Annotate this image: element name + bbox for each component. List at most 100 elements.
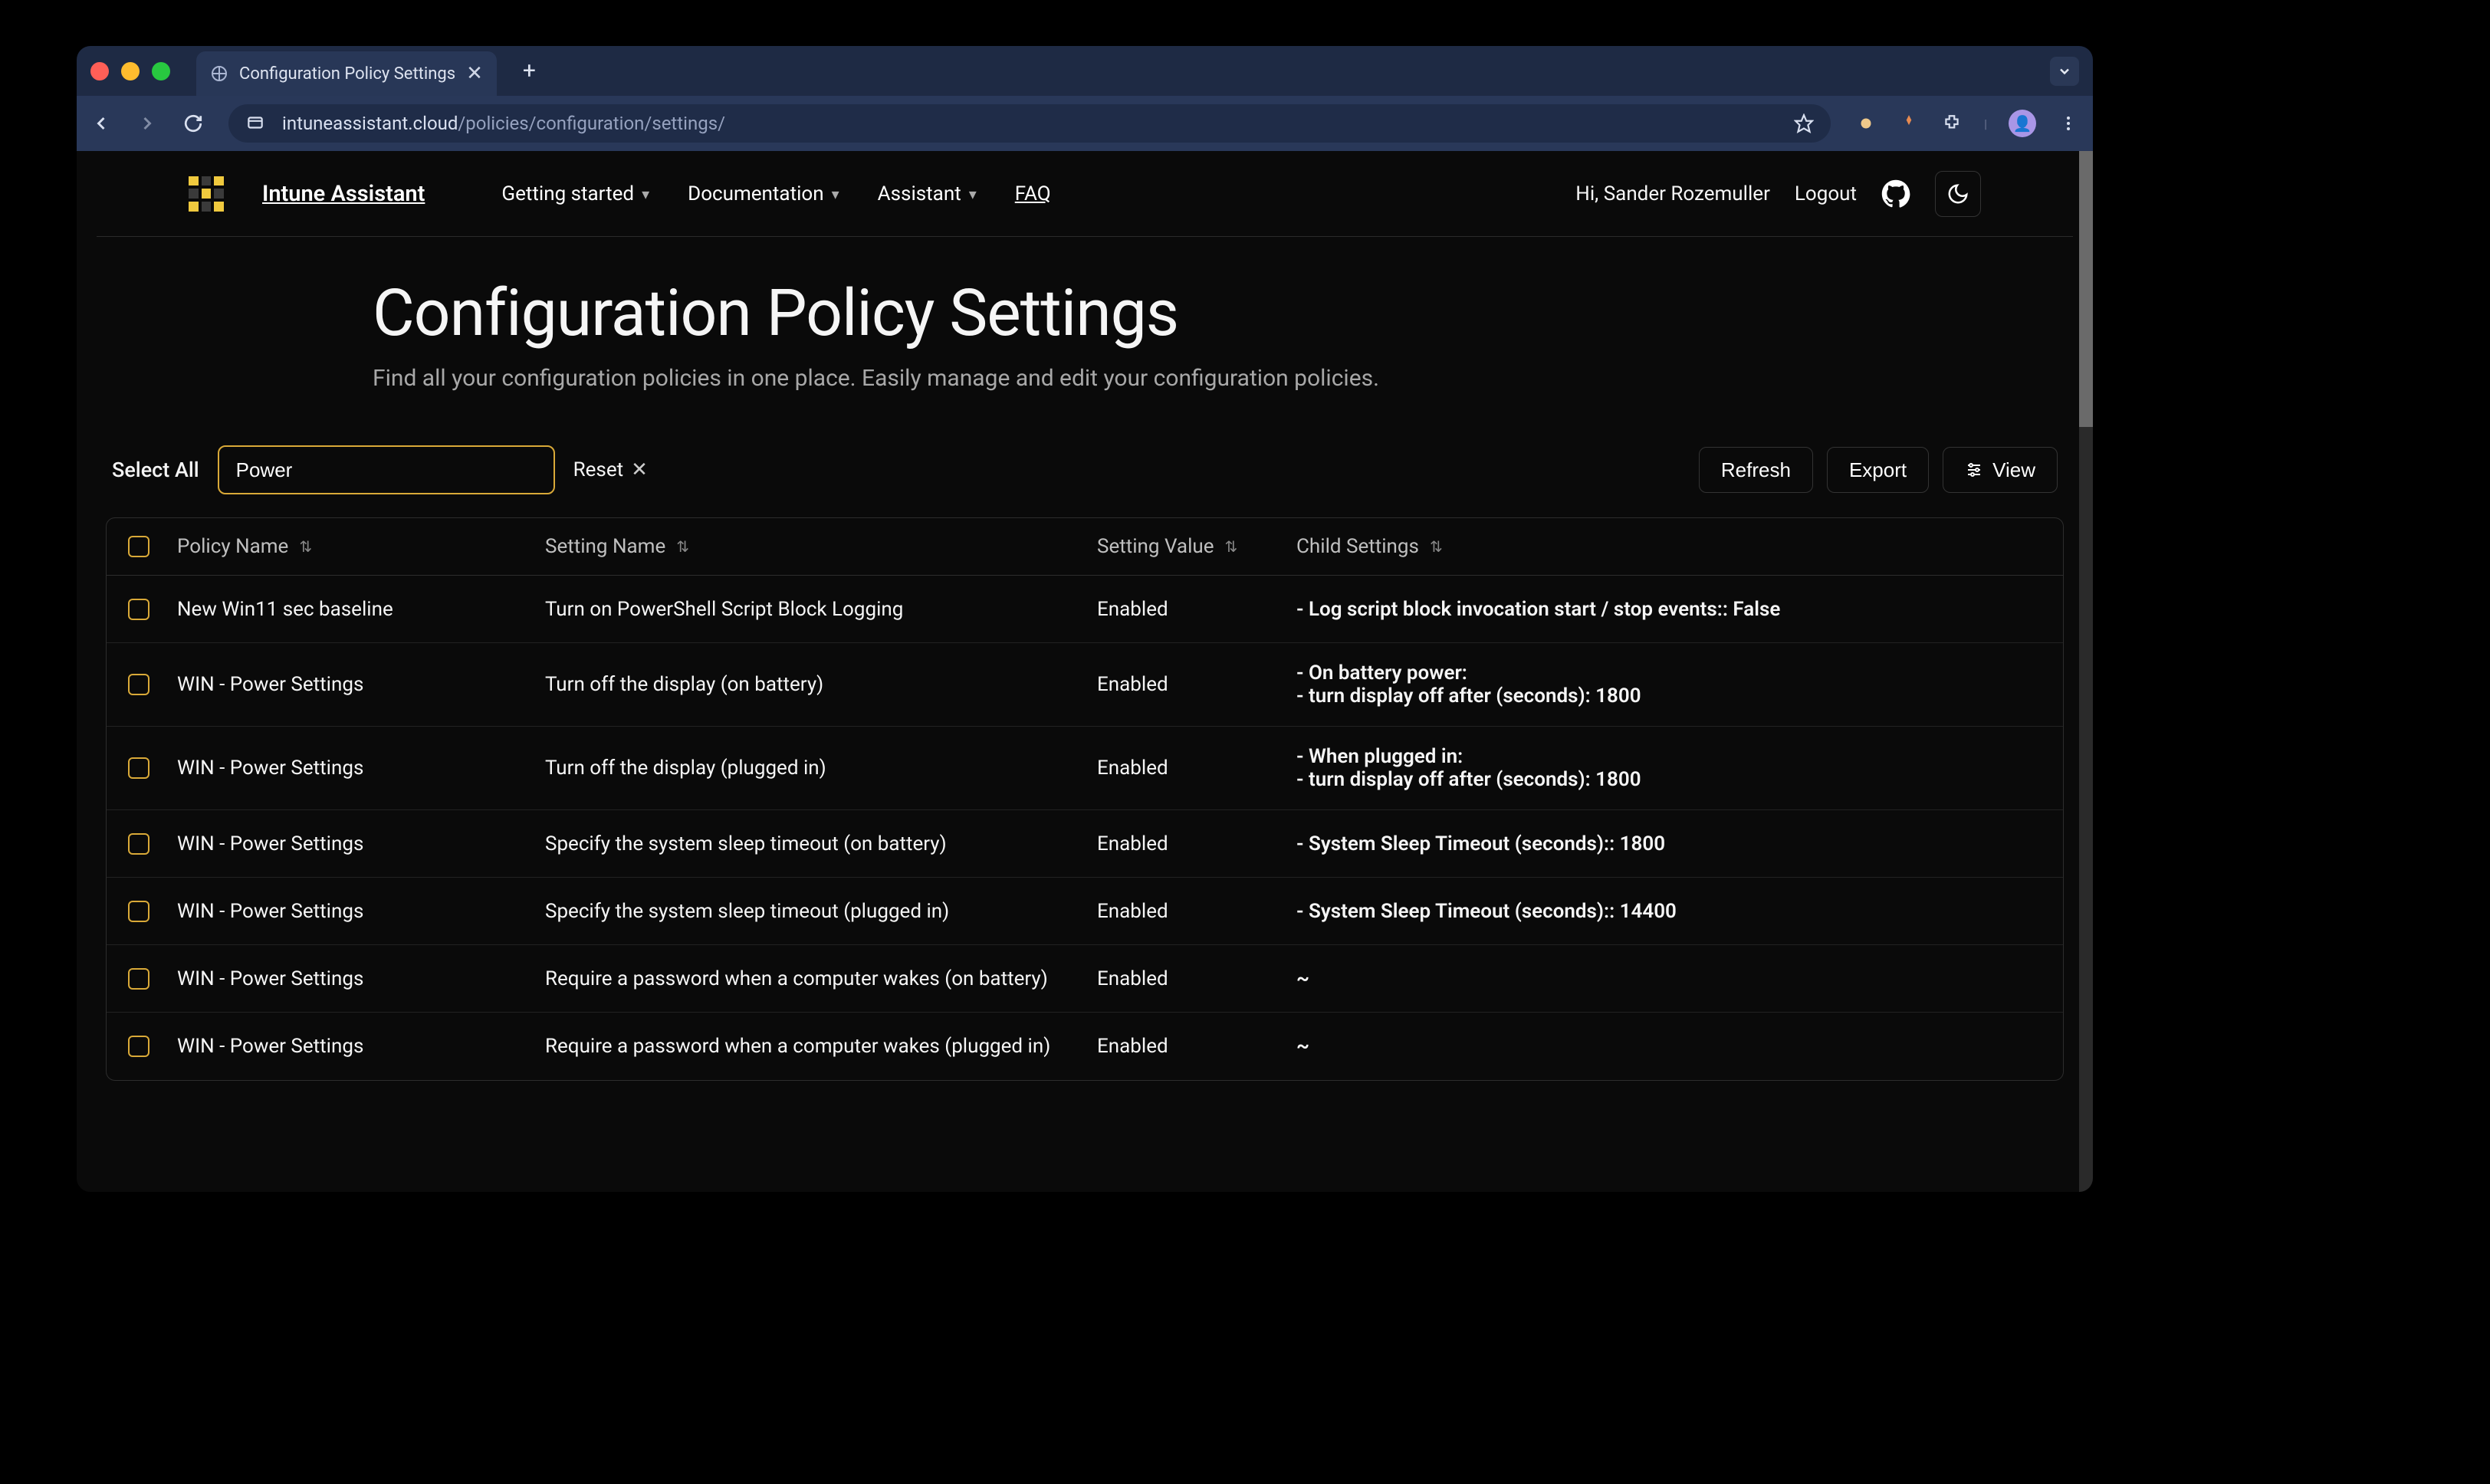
minimize-window-button[interactable] — [121, 62, 140, 80]
select-all-button[interactable]: Select All — [112, 458, 199, 482]
view-button[interactable]: View — [1943, 447, 2058, 493]
table-row[interactable]: New Win11 sec baseline Turn on PowerShel… — [107, 576, 2063, 643]
header-label: Setting Name — [545, 535, 665, 558]
cell-policy: WIN - Power Settings — [177, 757, 545, 780]
select-all-checkbox[interactable] — [128, 536, 149, 557]
column-header-policy[interactable]: Policy Name ⇅ — [177, 535, 545, 558]
extension-icon-1[interactable] — [1855, 113, 1877, 134]
github-icon[interactable] — [1881, 179, 1910, 208]
site-info-icon[interactable] — [245, 113, 267, 134]
tab-title: Configuration Policy Settings — [239, 64, 455, 84]
reload-button[interactable] — [182, 113, 204, 134]
cell-policy: WIN - Power Settings — [177, 1035, 545, 1058]
column-header-child[interactable]: Child Settings ⇅ — [1296, 535, 2042, 558]
row-checkbox[interactable] — [128, 1036, 149, 1057]
table-row[interactable]: WIN - Power Settings Specify the system … — [107, 810, 2063, 878]
button-label: Refresh — [1721, 458, 1791, 482]
cell-child: - Log script block invocation start / st… — [1296, 598, 2042, 621]
chevron-down-icon: ▾ — [832, 185, 839, 203]
browser-window: Configuration Policy Settings ✕ + — [77, 46, 2093, 1192]
app-viewport: Intune Assistant Getting started ▾ Docum… — [77, 151, 2093, 1192]
column-header-value[interactable]: Setting Value ⇅ — [1097, 535, 1296, 558]
browser-tab[interactable]: Configuration Policy Settings ✕ — [196, 51, 497, 96]
cell-setting: Turn off the display (plugged in) — [545, 757, 1097, 780]
cell-setting: Specify the system sleep timeout (on bat… — [545, 832, 1097, 855]
row-checkbox[interactable] — [128, 599, 149, 620]
table-header-row: Policy Name ⇅ Setting Name ⇅ Setting Val… — [107, 518, 2063, 576]
nav-item-label: Assistant — [878, 182, 961, 205]
url-path: /policies/configuration/settings/ — [458, 113, 725, 134]
cell-value: Enabled — [1097, 673, 1296, 696]
cell-child: ~ — [1296, 1035, 2042, 1058]
close-window-button[interactable] — [90, 62, 109, 80]
cell-value: Enabled — [1097, 967, 1296, 990]
sort-icon: ⇅ — [676, 537, 689, 556]
cell-child: - System Sleep Timeout (seconds):: 1800 — [1296, 832, 2042, 855]
sort-icon: ⇅ — [299, 537, 312, 556]
table-row[interactable]: WIN - Power Settings Specify the system … — [107, 878, 2063, 945]
extension-icon-2[interactable] — [1898, 113, 1920, 134]
cell-value: Enabled — [1097, 900, 1296, 923]
app-logo-icon — [189, 176, 224, 212]
cell-child: - When plugged in:- turn display off aft… — [1296, 745, 2042, 791]
row-checkbox[interactable] — [128, 833, 149, 855]
close-icon: ✕ — [631, 458, 648, 481]
page-title: Configuration Policy Settings — [373, 275, 1797, 351]
table-row[interactable]: WIN - Power Settings Require a password … — [107, 945, 2063, 1013]
cell-policy: WIN - Power Settings — [177, 900, 545, 923]
row-checkbox[interactable] — [128, 674, 149, 695]
cell-value: Enabled — [1097, 757, 1296, 780]
row-checkbox[interactable] — [128, 968, 149, 990]
refresh-button[interactable]: Refresh — [1699, 447, 1813, 493]
table-row[interactable]: WIN - Power Settings Require a password … — [107, 1013, 2063, 1080]
sliders-icon — [1965, 461, 1983, 479]
button-label: Export — [1849, 458, 1907, 482]
page-header: Configuration Policy Settings Find all y… — [97, 237, 2073, 422]
browser-tab-bar: Configuration Policy Settings ✕ + — [77, 46, 2093, 96]
row-checkbox[interactable] — [128, 901, 149, 922]
cell-policy: New Win11 sec baseline — [177, 598, 545, 621]
nav-item-label: Documentation — [688, 182, 823, 205]
nav-assistant[interactable]: Assistant ▾ — [878, 182, 977, 205]
table-row[interactable]: WIN - Power Settings Turn off the displa… — [107, 727, 2063, 810]
column-header-setting[interactable]: Setting Name ⇅ — [545, 535, 1097, 558]
scrollbar-thumb[interactable] — [2079, 151, 2093, 427]
cell-policy: WIN - Power Settings — [177, 832, 545, 855]
row-checkbox[interactable] — [128, 757, 149, 779]
reset-filter-button[interactable]: Reset ✕ — [573, 458, 648, 481]
settings-table: Policy Name ⇅ Setting Name ⇅ Setting Val… — [106, 517, 2064, 1081]
sort-icon: ⇅ — [1225, 537, 1238, 556]
window-controls — [90, 62, 170, 80]
browser-address-bar: intuneassistant.cloud/policies/configura… — [77, 96, 2093, 151]
new-tab-button[interactable]: + — [523, 57, 536, 84]
url-input[interactable]: intuneassistant.cloud/policies/configura… — [228, 104, 1831, 143]
export-button[interactable]: Export — [1827, 447, 1929, 493]
close-tab-icon[interactable]: ✕ — [466, 62, 483, 85]
browser-menu-button[interactable] — [2058, 113, 2079, 134]
nav-getting-started[interactable]: Getting started ▾ — [501, 182, 649, 205]
cell-policy: WIN - Power Settings — [177, 967, 545, 990]
logout-link[interactable]: Logout — [1795, 182, 1857, 205]
extensions-button[interactable] — [1941, 113, 1963, 134]
cell-child: - On battery power:- turn display off af… — [1296, 662, 2042, 708]
cell-setting: Turn off the display (on battery) — [545, 673, 1097, 696]
table-row[interactable]: WIN - Power Settings Turn off the displa… — [107, 643, 2063, 727]
tabs-dropdown-button[interactable] — [2050, 57, 2079, 86]
cell-value: Enabled — [1097, 832, 1296, 855]
bookmark-icon[interactable] — [1794, 113, 1814, 133]
theme-toggle-button[interactable] — [1935, 171, 1981, 217]
cell-setting: Require a password when a computer wakes… — [545, 967, 1097, 990]
nav-documentation[interactable]: Documentation ▾ — [688, 182, 839, 205]
cell-value: Enabled — [1097, 598, 1296, 621]
back-button[interactable] — [90, 113, 112, 134]
button-label: View — [1992, 458, 2035, 482]
header-label: Setting Value — [1097, 535, 1214, 558]
forward-button[interactable] — [136, 113, 158, 134]
brand-link[interactable]: Intune Assistant — [262, 181, 425, 207]
profile-avatar[interactable]: 👤 — [2009, 110, 2036, 137]
table-toolbar: Select All Reset ✕ Refresh Export View — [97, 422, 2073, 510]
chevron-down-icon: ▾ — [969, 185, 977, 203]
nav-faq[interactable]: FAQ — [1015, 182, 1051, 205]
filter-input[interactable] — [218, 445, 555, 494]
maximize-window-button[interactable] — [152, 62, 170, 80]
